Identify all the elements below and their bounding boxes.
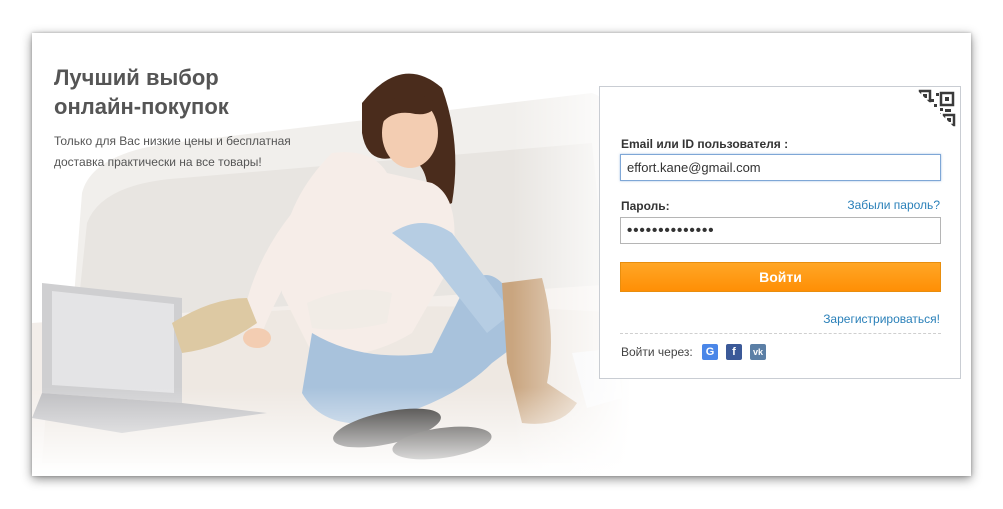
- email-label: Email или ID пользователя :: [621, 137, 789, 151]
- vk-icon[interactable]: vk: [750, 344, 766, 360]
- login-button[interactable]: Войти: [620, 262, 941, 292]
- page-title-line-1: Лучший выбор: [54, 65, 219, 90]
- hero-banner: Лучший выбор онлайн-покупок Только для В…: [32, 33, 632, 476]
- password-label: Пароль:: [621, 199, 670, 213]
- google-icon[interactable]: G: [702, 344, 718, 360]
- login-panel: Email или ID пользователя : effort.kane@…: [599, 86, 961, 379]
- divider: [620, 333, 941, 334]
- qr-code-icon[interactable]: [914, 87, 960, 133]
- page-subtitle-line-1: Только для Вас низкие цены и бесплатная: [54, 134, 291, 148]
- forgot-password-link[interactable]: Забыли пароль?: [847, 198, 940, 212]
- register-link[interactable]: Зарегистрироваться!: [823, 312, 940, 326]
- email-field[interactable]: effort.kane@gmail.com: [620, 154, 941, 181]
- login-page: Лучший выбор онлайн-покупок Только для В…: [32, 33, 971, 476]
- page-title-line-2: онлайн-покупок: [54, 94, 229, 119]
- password-field[interactable]: ••••••••••••••: [620, 217, 941, 244]
- page-subtitle: Только для Вас низкие цены и бесплатная …: [54, 131, 314, 173]
- page-subtitle-line-2: доставка практически на все товары!: [54, 155, 262, 169]
- facebook-icon[interactable]: f: [726, 344, 742, 360]
- social-login-label: Войти через:: [621, 345, 693, 359]
- page-title: Лучший выбор онлайн-покупок: [54, 63, 314, 121]
